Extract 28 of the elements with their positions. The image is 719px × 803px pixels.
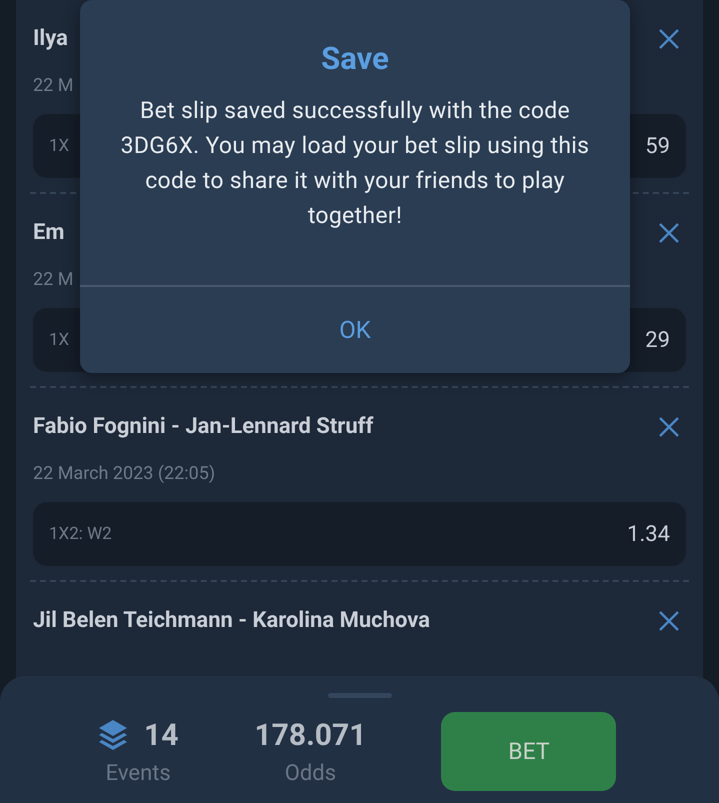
total-odds: 178.071 bbox=[254, 718, 366, 752]
market-label: 1X bbox=[49, 136, 70, 156]
odds-label: Odds bbox=[284, 760, 336, 786]
close-icon[interactable] bbox=[658, 416, 680, 438]
close-icon[interactable] bbox=[658, 222, 680, 244]
dialog-message: Bet slip saved successfully with the code 3DG6X. You may load your bet slip using this code to share it with your friends to play together! bbox=[120, 96, 590, 231]
selection-row[interactable]: 1X2: W2 1.34 bbox=[33, 502, 686, 566]
odds-value: 59 bbox=[645, 134, 670, 158]
match-date: 22 M bbox=[33, 269, 74, 290]
market-label: 1X bbox=[49, 330, 70, 350]
match-date: 22 March 2023 (22:05) bbox=[33, 463, 216, 484]
drag-handle[interactable] bbox=[328, 693, 392, 698]
ok-button[interactable]: OK bbox=[80, 287, 630, 373]
bet-button[interactable]: BET bbox=[441, 712, 616, 791]
dialog-title: Save bbox=[320, 40, 390, 77]
match-title: Em bbox=[33, 220, 64, 245]
match-title: Fabio Fognini - Jan-Lennard Struff bbox=[33, 414, 374, 439]
match-title: Ilya bbox=[33, 26, 68, 51]
match-title: Jil Belen Teichmann - Karolina Muchova bbox=[33, 608, 430, 633]
close-icon[interactable] bbox=[658, 28, 680, 50]
layers-icon bbox=[98, 719, 128, 751]
events-count: 14 bbox=[144, 718, 178, 752]
odds-value: 29 bbox=[645, 328, 670, 352]
market-label: 1X2: W2 bbox=[49, 524, 112, 544]
odds-value: 1.34 bbox=[627, 522, 670, 546]
events-label: Events bbox=[106, 760, 171, 786]
close-icon[interactable] bbox=[658, 610, 680, 632]
match-date: 22 M bbox=[33, 75, 74, 96]
